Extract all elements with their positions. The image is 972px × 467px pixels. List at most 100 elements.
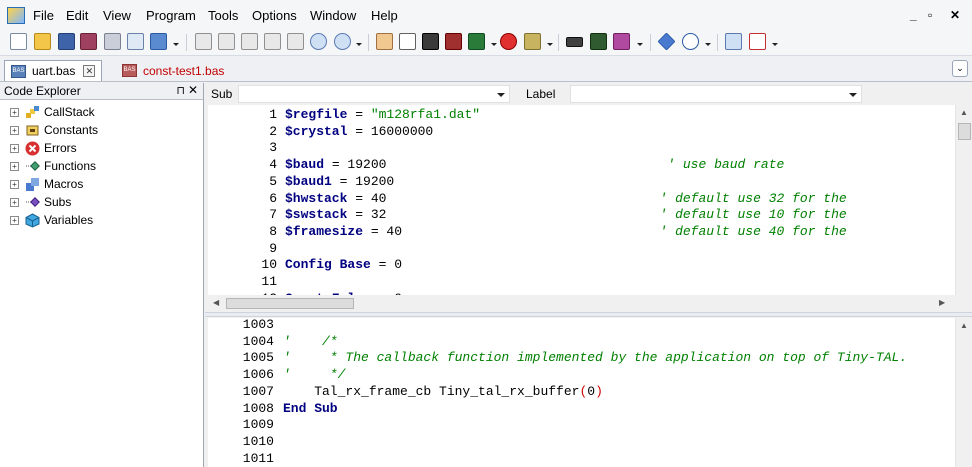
scroll-left-icon[interactable]: ◀ xyxy=(213,298,219,307)
close-tab-button[interactable]: ✕ xyxy=(83,65,96,77)
stop-icon[interactable] xyxy=(500,33,517,50)
tree-item-callstack[interactable]: + CallStack xyxy=(0,104,200,121)
horizontal-scrollbar[interactable]: ◀ ▶ xyxy=(208,295,972,312)
code-line[interactable]: 1003 xyxy=(208,318,948,333)
terminal-dropdown-icon[interactable] xyxy=(637,43,643,46)
code-editor-bottom[interactable]: 1003 1004 ' /* 1005 ' * The callback functio… xyxy=(208,318,972,467)
restore-button[interactable]: ▫ xyxy=(928,8,932,22)
lcd-icon[interactable] xyxy=(590,33,607,50)
find-next-icon[interactable] xyxy=(334,33,351,50)
tree-item-variables[interactable]: + Variables xyxy=(0,212,200,229)
scroll-right-icon[interactable]: ▶ xyxy=(939,298,945,307)
chip-icon[interactable] xyxy=(422,33,439,50)
expand-icon[interactable]: + xyxy=(10,108,19,117)
terminal-icon[interactable] xyxy=(613,33,630,50)
editor-splitter[interactable] xyxy=(205,312,972,317)
code-line[interactable]: 1004 ' /* xyxy=(208,334,948,350)
code-line[interactable]: 1011 xyxy=(208,451,948,467)
code-line[interactable]: 9 xyxy=(208,241,948,257)
tree-item-subs[interactable]: + Subs xyxy=(0,194,200,211)
scrollbar-thumb[interactable] xyxy=(958,123,971,140)
save-icon[interactable] xyxy=(58,33,75,50)
window-icon[interactable] xyxy=(150,33,167,50)
expand-icon[interactable]: + xyxy=(10,144,19,153)
program-dropdown-icon[interactable] xyxy=(491,43,497,46)
simulator-dropdown-icon[interactable] xyxy=(547,43,553,46)
menu-tools[interactable]: Tools xyxy=(208,8,238,23)
expand-icon[interactable]: + xyxy=(10,198,19,207)
info-icon[interactable] xyxy=(657,32,676,51)
label-select[interactable] xyxy=(570,85,862,103)
menu-program[interactable]: Program xyxy=(146,8,196,23)
code-line[interactable]: 7 $swstack = 32 ' default use 10 for the xyxy=(208,207,948,223)
tab-uart[interactable]: BAS uart.bas ✕ xyxy=(4,60,102,81)
code-line[interactable]: 5 $baud1 = 19200 xyxy=(208,174,948,190)
expand-icon[interactable]: + xyxy=(10,216,19,225)
code-line[interactable]: 1009 xyxy=(208,417,948,433)
close-window-button[interactable]: ✕ xyxy=(950,8,960,22)
print-icon[interactable] xyxy=(104,33,121,50)
code-line[interactable]: 3 xyxy=(208,140,948,156)
vertical-scrollbar[interactable]: ▲ xyxy=(955,318,972,467)
programmer-icon[interactable] xyxy=(566,37,583,47)
tree-item-errors[interactable]: + Errors xyxy=(0,140,200,157)
zoom-icon[interactable] xyxy=(725,33,742,50)
pdf-icon[interactable] xyxy=(749,33,766,50)
minimize-button[interactable]: _ xyxy=(910,8,917,22)
menu-window[interactable]: Window xyxy=(310,8,356,23)
menu-help[interactable]: Help xyxy=(371,8,398,23)
code-line[interactable]: 1010 xyxy=(208,434,948,450)
hand-icon[interactable] xyxy=(376,33,393,50)
code-line[interactable]: 1008 End Sub xyxy=(208,401,948,417)
simulator-icon[interactable] xyxy=(524,33,541,50)
code-line[interactable]: 1 $regfile = "m128rfa1.dat" xyxy=(208,107,948,123)
menu-file[interactable]: File xyxy=(33,8,54,23)
pin-icon[interactable]: ⊓ xyxy=(176,84,185,97)
code-line[interactable]: 10 Config Base = 0 xyxy=(208,257,948,273)
code-editor-top[interactable]: 1 $regfile = "m128rfa1.dat" 2 $crystal = 16… xyxy=(208,105,972,312)
close-panel-button[interactable]: ✕ xyxy=(188,83,198,97)
menu-view[interactable]: View xyxy=(103,8,131,23)
code-line[interactable]: 1006 ' */ xyxy=(208,367,948,383)
menu-options[interactable]: Options xyxy=(252,8,297,23)
code-line[interactable]: 1005 ' * The callback function implemente… xyxy=(208,350,948,366)
outdent-icon[interactable] xyxy=(287,33,304,50)
cut-icon[interactable] xyxy=(195,33,212,50)
find-icon[interactable] xyxy=(310,33,327,50)
save-all-icon[interactable] xyxy=(80,33,97,50)
code-line[interactable]: 11 xyxy=(208,274,948,290)
check-icon[interactable] xyxy=(399,33,416,50)
chip-red-icon[interactable] xyxy=(445,33,462,50)
scrollbar-thumb[interactable] xyxy=(226,298,354,309)
tree-item-constants[interactable]: + Constants xyxy=(0,122,200,139)
tab-const-test1[interactable]: BAS const-test1.bas xyxy=(116,60,236,81)
copy-icon[interactable] xyxy=(218,33,235,50)
expand-icon[interactable]: + xyxy=(10,180,19,189)
menu-edit[interactable]: Edit xyxy=(66,8,88,23)
window-dropdown-icon[interactable] xyxy=(173,43,179,46)
code-line[interactable]: 4 $baud = 19200 ' use baud rate xyxy=(208,157,948,173)
program-icon[interactable] xyxy=(468,33,485,50)
tab-list-chevron-icon[interactable]: ⌄ xyxy=(952,60,968,77)
expand-icon[interactable]: + xyxy=(10,126,19,135)
help-dropdown-icon[interactable] xyxy=(705,43,711,46)
code-line[interactable]: 2 $crystal = 16000000 xyxy=(208,124,948,140)
paste-icon[interactable] xyxy=(241,33,258,50)
open-folder-icon[interactable] xyxy=(34,33,51,50)
sub-select[interactable] xyxy=(238,85,510,103)
expand-icon[interactable]: + xyxy=(10,162,19,171)
new-file-icon[interactable] xyxy=(10,33,27,50)
scroll-up-icon[interactable]: ▲ xyxy=(960,321,968,330)
print-preview-icon[interactable] xyxy=(127,33,144,50)
code-line[interactable]: 6 $hwstack = 40 ' default use 32 for the xyxy=(208,191,948,207)
scroll-up-icon[interactable]: ▲ xyxy=(960,108,968,117)
code-line[interactable]: 1007 Tal_rx_frame_cb Tiny_tal_rx_buffer(… xyxy=(208,384,948,400)
find-dropdown-icon[interactable] xyxy=(356,43,362,46)
indent-icon[interactable] xyxy=(264,33,281,50)
tree-item-functions[interactable]: + Functions xyxy=(0,158,200,175)
tree-item-macros[interactable]: + Macros xyxy=(0,176,200,193)
code-line[interactable]: 8 $framesize = 40 ' default use 40 for th… xyxy=(208,224,948,240)
help-icon[interactable] xyxy=(682,33,699,50)
vertical-scrollbar[interactable]: ▲ xyxy=(955,105,972,295)
pdf-dropdown-icon[interactable] xyxy=(772,43,778,46)
